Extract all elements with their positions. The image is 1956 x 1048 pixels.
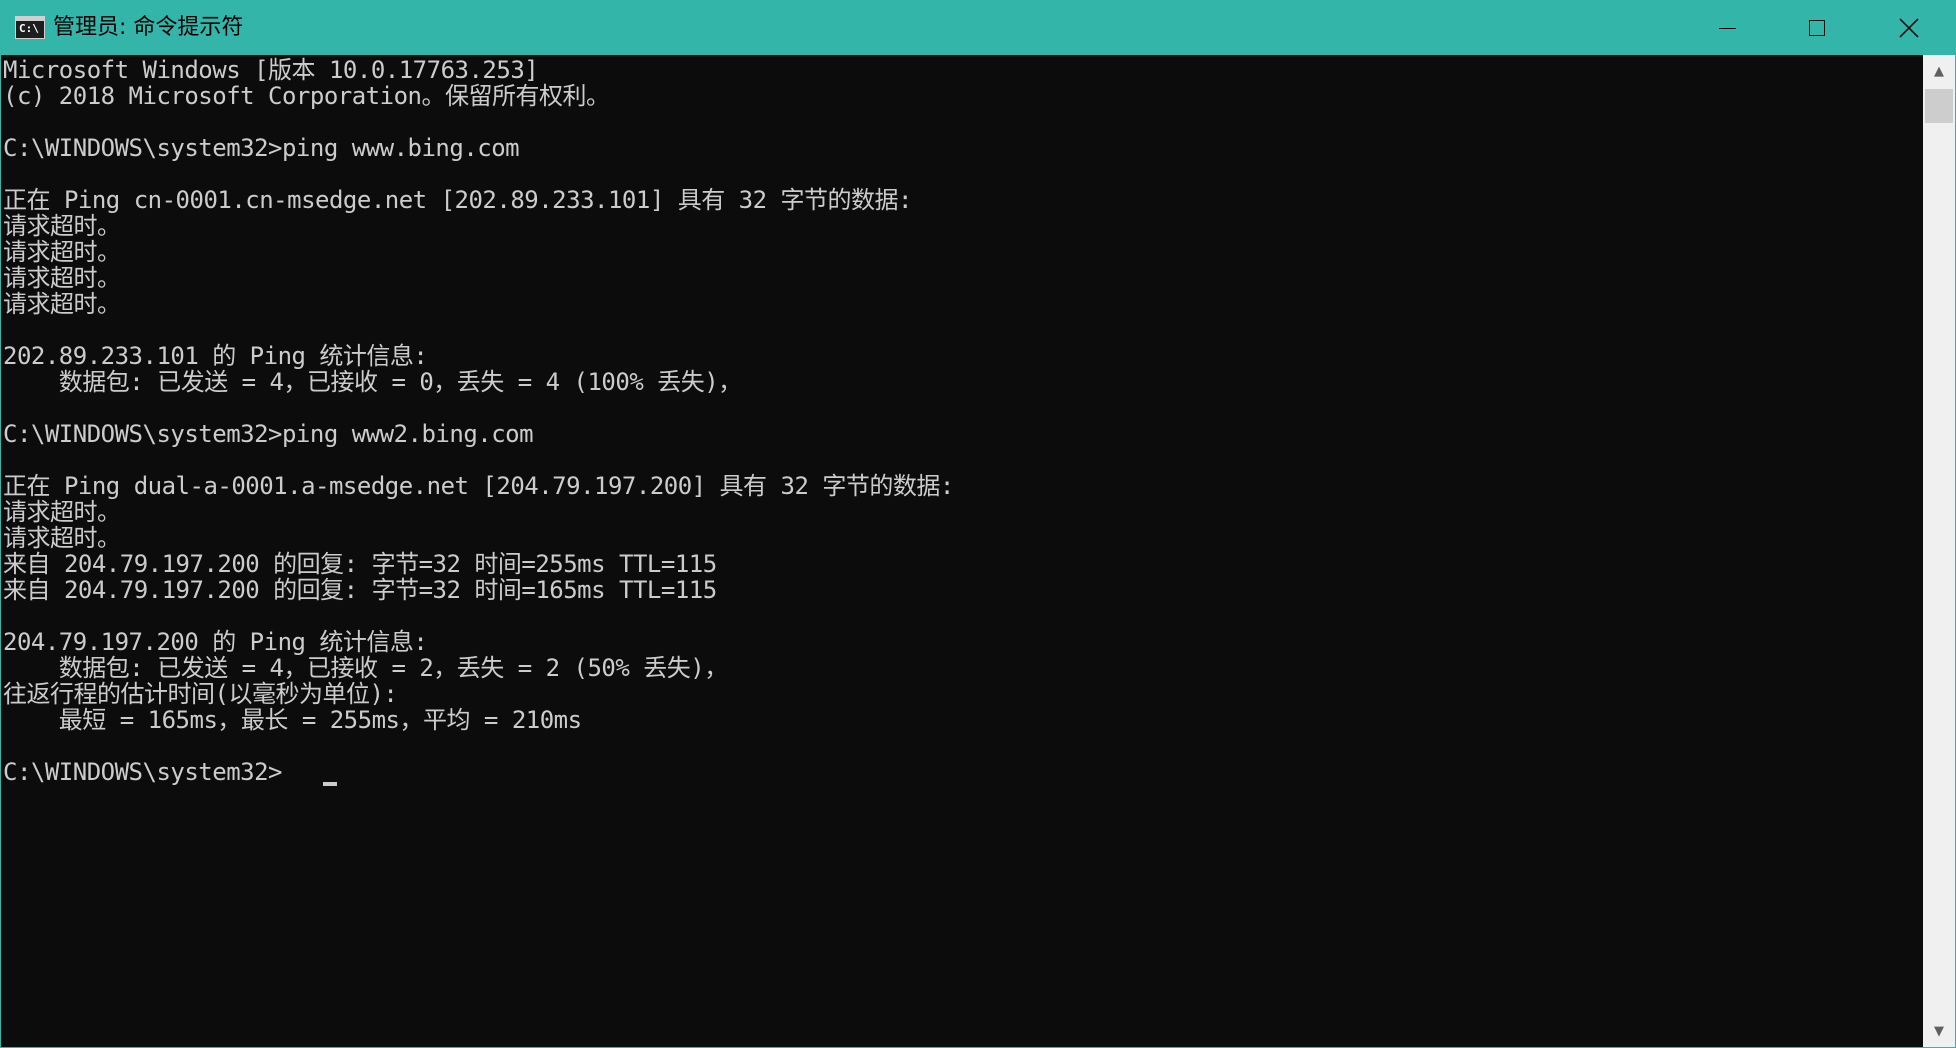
console-line: 请求超时。	[3, 212, 121, 240]
console-line: 正在 Ping dual-a-0001.a-msedge.net [204.79…	[3, 472, 954, 500]
close-icon	[1899, 18, 1919, 38]
maximize-icon	[1809, 20, 1825, 36]
vertical-scrollbar[interactable]: ▲ ▼	[1923, 55, 1955, 1047]
cmd-window: C:\ 管理员: 命令提示符 Microsoft Windows [版本 10.…	[0, 0, 1956, 1048]
console-line: 请求超时。	[3, 264, 121, 292]
console-line: 204.79.197.200 的 Ping 统计信息:	[3, 628, 428, 656]
scroll-thumb[interactable]	[1925, 89, 1953, 123]
maximize-button[interactable]	[1771, 1, 1863, 55]
console-line: 最短 = 165ms，最长 = 255ms，平均 = 210ms	[3, 706, 582, 734]
cmd-app-icon[interactable]: C:\	[15, 16, 45, 39]
console-line: 数据包: 已发送 = 4，已接收 = 0，丢失 = 4 (100% 丢失)，	[3, 368, 742, 396]
console-line: 请求超时。	[3, 498, 121, 526]
text-cursor	[323, 782, 337, 786]
console-line: 请求超时。	[3, 524, 121, 552]
console-line: 正在 Ping cn-0001.cn-msedge.net [202.89.23…	[3, 186, 912, 214]
console-line: 请求超时。	[3, 238, 121, 266]
console-line: 来自 204.79.197.200 的回复: 字节=32 时间=255ms TT…	[3, 550, 717, 578]
console-line: (c) 2018 Microsoft Corporation。保留所有权利。	[3, 82, 610, 110]
console-line: 202.89.233.101 的 Ping 统计信息:	[3, 342, 428, 370]
console-line: 请求超时。	[3, 290, 121, 318]
console-line: 数据包: 已发送 = 4，已接收 = 2，丢失 = 2 (50% 丢失)，	[3, 654, 728, 682]
scroll-down-arrow-icon[interactable]: ▼	[1923, 1015, 1955, 1047]
minimize-icon	[1718, 27, 1736, 29]
minimize-button[interactable]	[1681, 1, 1773, 55]
cmd-app-icon-label: C:\	[19, 22, 39, 35]
console-line: C:\WINDOWS\system32>ping www.bing.com	[3, 134, 520, 162]
console-line: Microsoft Windows [版本 10.0.17763.253]	[3, 56, 539, 84]
close-button[interactable]	[1863, 1, 1955, 55]
console-output[interactable]: Microsoft Windows [版本 10.0.17763.253] (c…	[1, 55, 1923, 1047]
console-line: 往返行程的估计时间(以毫秒为单位):	[3, 680, 398, 708]
scroll-up-arrow-icon[interactable]: ▲	[1923, 55, 1955, 87]
title-bar[interactable]: C:\ 管理员: 命令提示符	[1, 1, 1955, 55]
console-line: C:\WINDOWS\system32>ping www2.bing.com	[3, 420, 534, 448]
console-line: 来自 204.79.197.200 的回复: 字节=32 时间=165ms TT…	[3, 576, 717, 604]
console-prompt: C:\WINDOWS\system32>	[3, 758, 282, 786]
window-title: 管理员: 命令提示符	[53, 15, 244, 40]
